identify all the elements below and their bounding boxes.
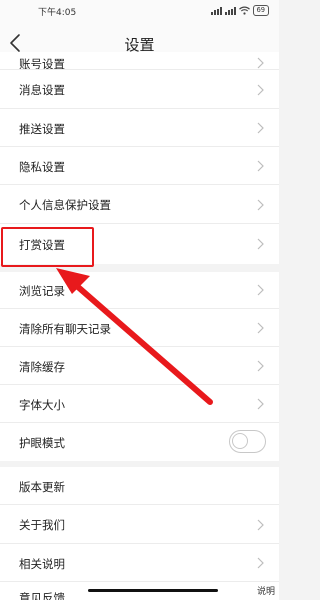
chevron-right-icon [257, 160, 264, 172]
chevron-right-icon [257, 398, 264, 410]
settings-item-related-notes[interactable]: 相关说明 [0, 544, 279, 582]
settings-item-push[interactable]: 推送设置 [0, 109, 279, 147]
settings-item-label: 关于我们 [19, 518, 65, 532]
settings-item-label: 消息设置 [19, 83, 65, 97]
chevron-right-icon [257, 122, 264, 134]
settings-item-privacy[interactable]: 隐私设置 [0, 147, 279, 185]
chevron-right-icon [257, 284, 264, 296]
settings-item-label: 个人信息保护设置 [19, 198, 111, 212]
signal-icon [210, 6, 222, 15]
settings-item-label: 版本更新 [19, 480, 65, 494]
settings-item-label: 推送设置 [19, 122, 65, 136]
settings-item-label: 清除缓存 [19, 360, 65, 374]
chevron-right-icon [257, 199, 264, 211]
settings-item-message[interactable]: 消息设置 [0, 70, 279, 109]
signal-icon-2 [224, 6, 236, 15]
settings-item-label: 字体大小 [19, 398, 65, 412]
settings-item-account[interactable]: 账号设置 [0, 52, 279, 71]
chevron-right-icon [257, 557, 264, 569]
settings-item-label: 意见反馈 [19, 591, 65, 600]
chevron-right-icon [257, 57, 264, 69]
settings-item-about[interactable]: 关于我们 [0, 505, 279, 544]
settings-item-label: 护眼模式 [19, 436, 65, 450]
chevron-right-icon [257, 322, 264, 334]
chevron-right-icon [257, 360, 264, 372]
settings-item-clear-chats[interactable]: 清除所有聊天记录 [0, 309, 279, 347]
status-bar: 下午4:05 69 [0, 0, 279, 24]
settings-item-label: 清除所有聊天记录 [19, 322, 111, 336]
settings-item-label: 浏览记录 [19, 284, 65, 298]
corner-text-fragment: 说明 [256, 587, 275, 597]
chevron-right-icon [257, 84, 264, 96]
wifi-icon [238, 6, 250, 15]
settings-item-label: 相关说明 [19, 557, 65, 571]
toggle-knob [232, 433, 248, 449]
chevron-right-icon [257, 238, 264, 250]
settings-item-clear-cache[interactable]: 清除缓存 [0, 347, 279, 385]
settings-item-eye-care: 护眼模式 [0, 423, 279, 461]
gesture-bar[interactable] [88, 589, 218, 592]
settings-item-personal-info[interactable]: 个人信息保护设置 [0, 185, 279, 224]
chevron-right-icon [257, 519, 264, 531]
status-time: 下午4:05 [38, 8, 77, 18]
settings-item-label: 隐私设置 [19, 160, 65, 174]
annotation-highlight-box [1, 227, 94, 267]
settings-item-version-update[interactable]: 版本更新 [0, 467, 279, 505]
status-icons: 69 [210, 5, 269, 16]
settings-item-font-size[interactable]: 字体大小 [0, 385, 279, 423]
battery-icon: 69 [252, 5, 269, 16]
settings-item-history[interactable]: 浏览记录 [0, 272, 279, 309]
eye-care-toggle[interactable] [229, 430, 266, 453]
